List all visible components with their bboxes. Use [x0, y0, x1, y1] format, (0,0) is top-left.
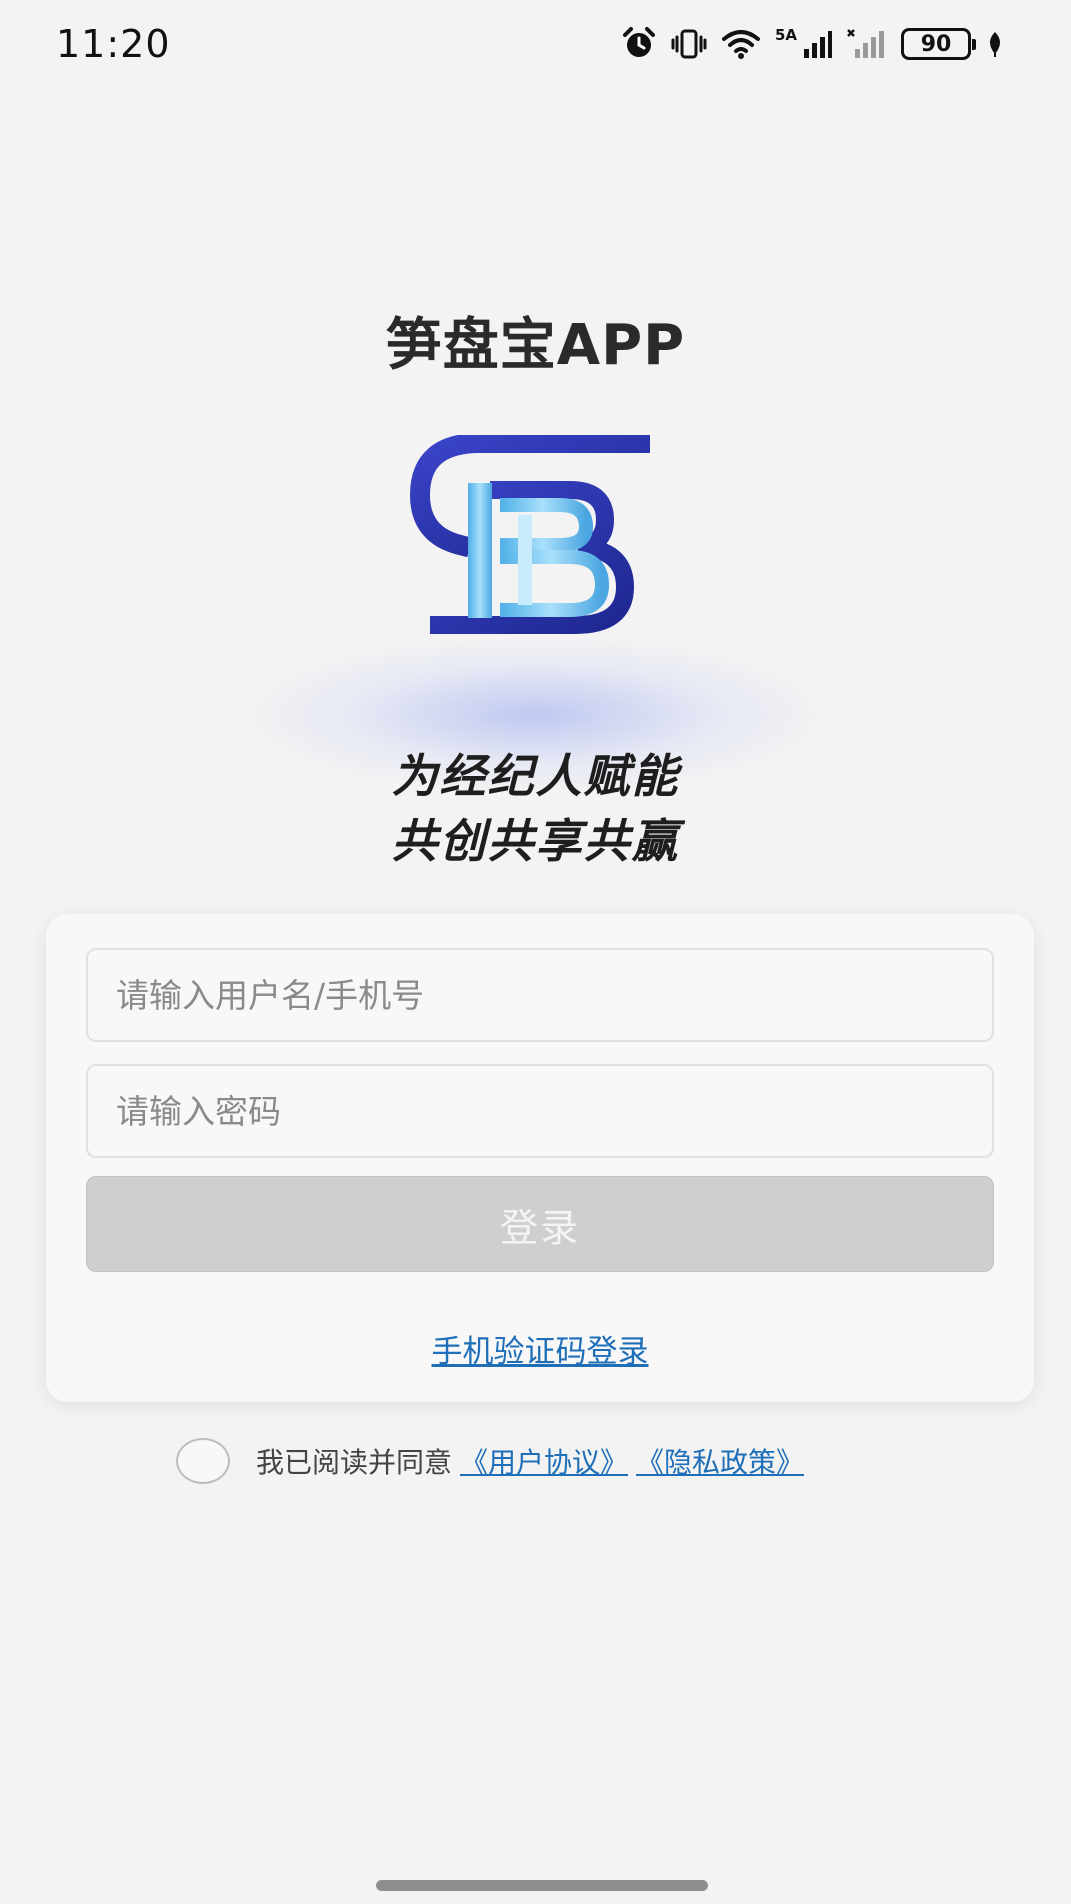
leaf-icon	[985, 30, 1005, 58]
battery-icon: 90	[901, 28, 976, 60]
signal-no-service-icon	[847, 29, 887, 59]
status-icons: 5A 90	[621, 22, 1005, 66]
user-agreement-link[interactable]: 《用户协议》	[460, 1441, 628, 1481]
status-time: 11:20	[56, 22, 171, 66]
alarm-icon	[621, 26, 657, 62]
app-logo	[400, 433, 670, 655]
password-input[interactable]	[116, 1091, 964, 1131]
password-field[interactable]	[86, 1064, 994, 1158]
username-input[interactable]	[116, 975, 964, 1015]
privacy-policy-link[interactable]: 《隐私政策》	[636, 1441, 804, 1481]
network-type-label: 5A	[774, 26, 797, 44]
wifi-icon	[721, 27, 761, 61]
login-button[interactable]: 登录	[86, 1176, 994, 1272]
vibrate-icon	[671, 26, 707, 62]
agreement-checkbox[interactable]	[176, 1438, 230, 1484]
slogan-line-1: 为经纪人赋能	[391, 749, 680, 803]
login-screen: 11:20 5A 90 笋盘宝APP 为经纪人赋能 共创共享共赢 请输入用户名/…	[0, 0, 1071, 1904]
login-card: 登录 手机验证码登录	[46, 914, 1034, 1402]
app-title: 笋盘宝APP	[385, 313, 686, 378]
username-field[interactable]	[86, 948, 994, 1042]
slogan-line-2: 共创共享共赢	[391, 814, 680, 868]
agreement-text: 我已阅读并同意	[256, 1446, 453, 1479]
agreement-row: 我已阅读并同意 《用户协议》 《隐私政策》	[176, 1436, 804, 1486]
signal-icon	[803, 29, 833, 59]
home-indicator[interactable]	[376, 1880, 708, 1891]
sms-code-login-link[interactable]: 手机验证码登录	[46, 1326, 1034, 1371]
